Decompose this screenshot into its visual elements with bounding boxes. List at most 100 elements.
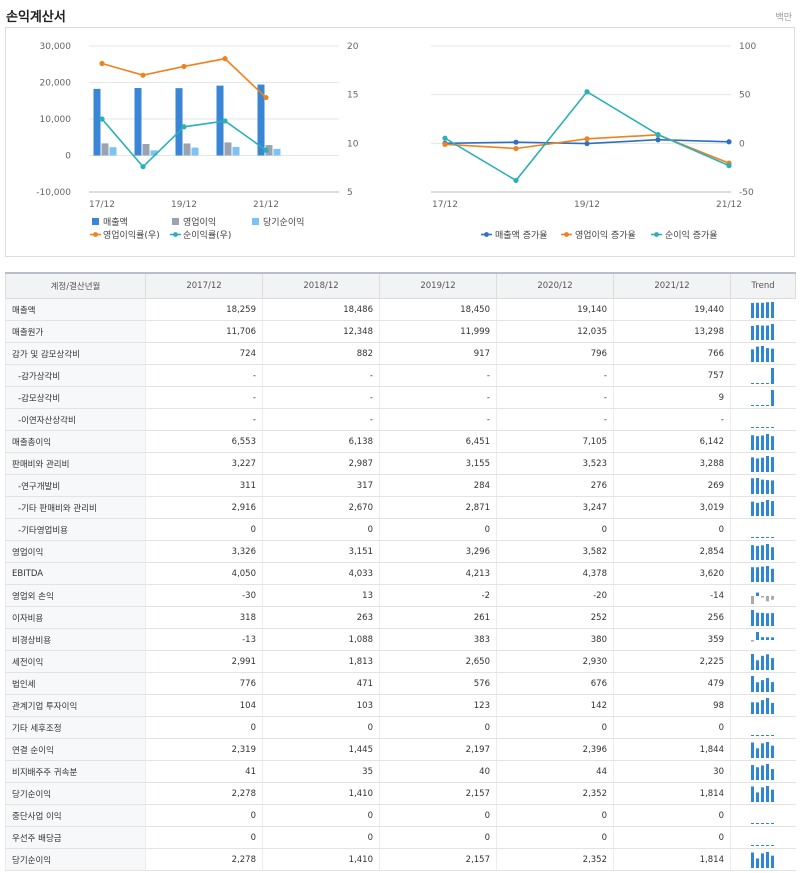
trend-bar <box>756 659 760 670</box>
trend-bar <box>756 457 760 472</box>
header-period: 2019/12 <box>379 272 497 299</box>
legend-swatch <box>92 218 99 225</box>
row-value: 18,259 <box>145 298 263 321</box>
trend-sparkline <box>751 367 775 384</box>
trend-bar <box>756 612 760 626</box>
trend-sparkline <box>751 536 775 538</box>
trend-bar <box>771 367 775 384</box>
row-label: 당기순이익 <box>5 782 146 805</box>
trend-cell <box>730 716 796 739</box>
bar-1 <box>183 143 191 156</box>
right-axis-tick: 15 <box>347 91 358 101</box>
row-value: 359 <box>613 628 731 651</box>
row-value: 757 <box>613 364 731 387</box>
trend-bar <box>756 844 760 846</box>
trend-bar <box>756 502 760 516</box>
row-label: 법인세 <box>5 672 146 695</box>
row-value: 0 <box>379 518 497 541</box>
row-value: - <box>145 386 263 409</box>
row-value: 383 <box>379 628 497 651</box>
line-point <box>584 140 590 147</box>
trend-sparkline <box>751 301 775 318</box>
row-value: 18,450 <box>379 298 497 321</box>
row-value: - <box>379 364 497 387</box>
row-value: 12,348 <box>262 320 380 343</box>
row-value: 0 <box>613 826 731 849</box>
row-value: 2,197 <box>379 738 497 761</box>
trend-cell <box>730 606 796 629</box>
table-row: -감가상각비 - - - -757 <box>5 364 796 387</box>
trend-bar <box>771 595 775 600</box>
trend-sparkline <box>751 734 775 736</box>
row-value: 2,157 <box>379 848 497 871</box>
header-period: 2017/12 <box>145 272 263 299</box>
row-label: 우선주 배당금 <box>5 826 146 849</box>
row-value: - <box>145 364 263 387</box>
row-value: 3,523 <box>496 452 614 475</box>
row-value: 0 <box>262 826 380 849</box>
row-value: 261 <box>379 606 497 629</box>
trend-bar <box>751 653 755 670</box>
right-axis-tick: -50 <box>739 188 754 198</box>
trend-bar <box>751 302 755 318</box>
trend-bar <box>756 302 760 318</box>
trend-bar <box>751 325 755 340</box>
trend-cell <box>730 738 796 761</box>
table-row: -감모상각비 - - - -9 <box>5 386 796 409</box>
row-value: 18,486 <box>262 298 380 321</box>
row-value: -2 <box>379 584 497 607</box>
right-axis-tick: 0 <box>739 139 745 149</box>
row-value: 1,813 <box>262 650 380 673</box>
line-point <box>181 63 187 70</box>
row-value: 44 <box>496 760 614 783</box>
bar-0 <box>134 88 142 156</box>
row-value: 4,378 <box>496 562 614 585</box>
trend-bar <box>761 479 765 494</box>
trend-bar <box>751 786 755 802</box>
line-point <box>442 135 448 141</box>
row-value: 276 <box>496 474 614 497</box>
trend-bar <box>751 382 755 384</box>
row-value: 796 <box>496 342 614 365</box>
row-value: 19,140 <box>496 298 614 321</box>
right-axis-tick: 100 <box>739 42 756 52</box>
trend-cell <box>730 320 796 343</box>
trend-bar <box>751 544 755 560</box>
row-value: 40 <box>379 760 497 783</box>
row-value: 2,987 <box>262 452 380 475</box>
table-row: EBITDA 4,050 4,033 4,213 4,378 3,620 <box>5 562 796 585</box>
header-period: 2020/12 <box>496 272 614 299</box>
row-value: 0 <box>262 716 380 739</box>
trend-cell <box>730 848 796 871</box>
trend-cell <box>730 386 796 409</box>
row-value: 263 <box>262 606 380 629</box>
line-point <box>181 124 187 130</box>
trend-sparkline <box>751 455 775 472</box>
trend-bar <box>771 536 775 538</box>
row-value: 2,854 <box>613 540 731 563</box>
line-point <box>140 164 146 170</box>
right-axis-tick: 50 <box>739 91 751 101</box>
row-value: 3,019 <box>613 496 731 519</box>
trend-bar <box>756 346 760 362</box>
row-value: 0 <box>145 518 263 541</box>
row-value: 318 <box>145 606 263 629</box>
trend-sparkline <box>751 433 775 450</box>
trend-bar <box>756 734 760 736</box>
row-value: 766 <box>613 342 731 365</box>
row-value: 317 <box>262 474 380 497</box>
trend-cell <box>730 628 796 651</box>
row-value: 1,088 <box>262 628 380 651</box>
line-point <box>513 139 519 145</box>
row-value: 13 <box>262 584 380 607</box>
legend-swatch-dot <box>654 232 659 237</box>
trend-bar <box>766 433 770 450</box>
trend-cell <box>730 782 796 805</box>
legend-swatch-dot <box>564 232 569 237</box>
trend-sparkline <box>751 844 775 846</box>
left-axis-tick: 0 <box>65 152 71 162</box>
row-label: 세전이익 <box>5 650 146 673</box>
trend-bar <box>771 702 775 714</box>
row-value: 2,650 <box>379 650 497 673</box>
trend-bar <box>771 348 775 362</box>
